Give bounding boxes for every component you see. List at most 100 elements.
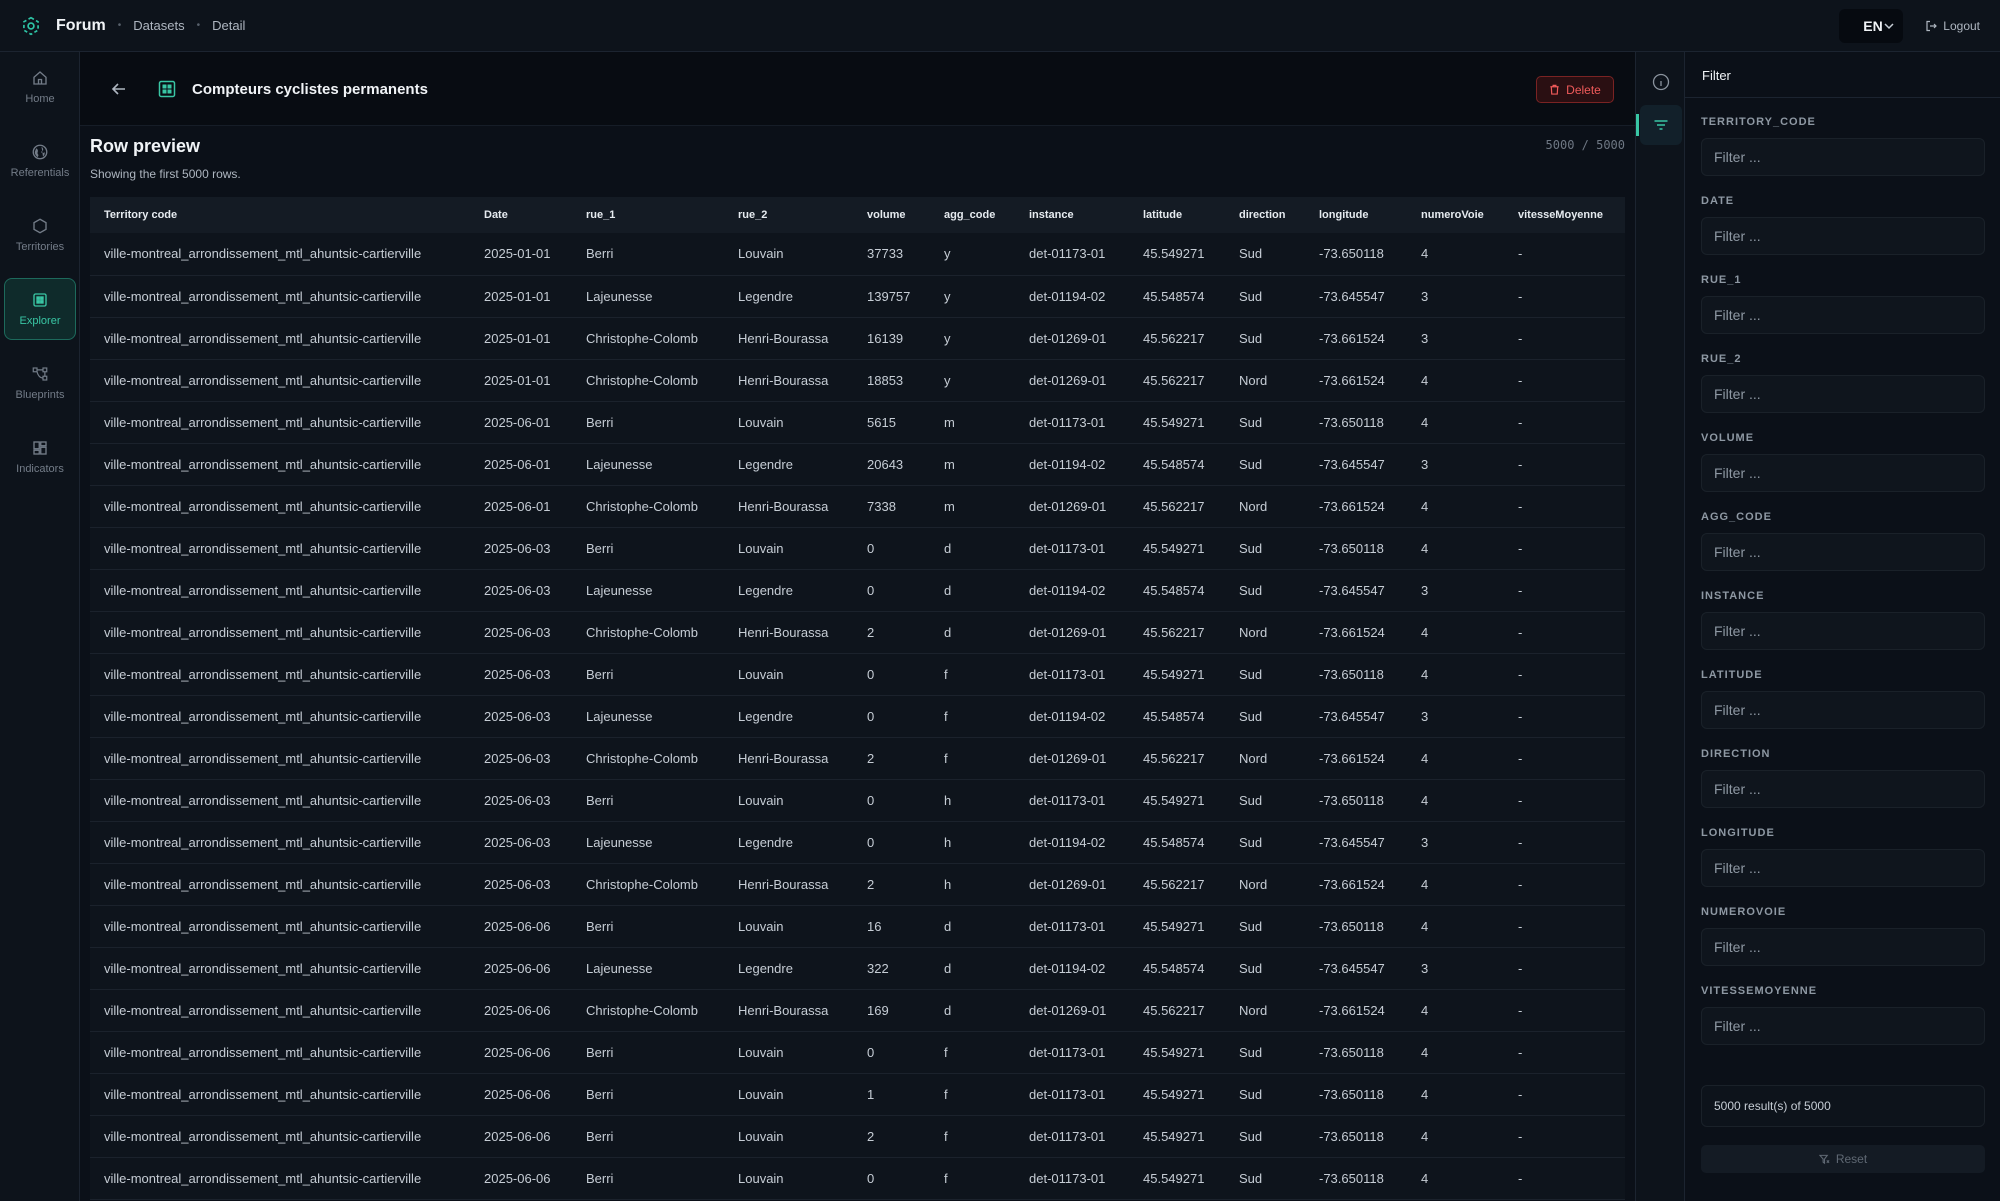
table-cell: ville-montreal_arrondissement_mtl_ahunts… <box>104 414 422 430</box>
preview-title: Row preview <box>90 136 201 156</box>
nav-item-territories[interactable]: Territories <box>4 204 76 266</box>
table-row[interactable]: ville-montreal_arrondissement_mtl_ahunts… <box>90 317 1625 359</box>
table-cell: det-01173-01 <box>1029 918 1106 934</box>
table-cell: Louvain <box>738 792 784 808</box>
table-row[interactable]: ville-montreal_arrondissement_mtl_ahunts… <box>90 905 1625 947</box>
table-row[interactable]: ville-montreal_arrondissement_mtl_ahunts… <box>90 779 1625 821</box>
table-row[interactable]: ville-montreal_arrondissement_mtl_ahunts… <box>90 359 1625 401</box>
nav-item-home[interactable]: Home <box>4 56 76 118</box>
table-row[interactable]: ville-montreal_arrondissement_mtl_ahunts… <box>90 611 1625 653</box>
column-header[interactable]: direction <box>1225 197 1305 233</box>
table-row[interactable]: ville-montreal_arrondissement_mtl_ahunts… <box>90 1115 1625 1157</box>
reset-button[interactable]: Reset <box>1701 1145 1985 1173</box>
column-header[interactable]: longitude <box>1305 197 1407 233</box>
table-cell: d <box>944 918 952 934</box>
filter-input[interactable] <box>1701 454 1985 492</box>
table-cell: ville-montreal_arrondissement_mtl_ahunts… <box>104 624 422 640</box>
table-row[interactable]: ville-montreal_arrondissement_mtl_ahunts… <box>90 527 1625 569</box>
table-cell: - <box>1518 456 1523 472</box>
table-cell: det-01194-02 <box>1029 834 1106 850</box>
table-row[interactable]: ville-montreal_arrondissement_mtl_ahunts… <box>90 233 1625 275</box>
filter-input[interactable] <box>1701 1007 1985 1045</box>
breadcrumb-separator: • <box>117 20 122 31</box>
table-cell: Berri <box>586 540 614 556</box>
filter-input[interactable] <box>1701 612 1985 650</box>
table-row[interactable]: ville-montreal_arrondissement_mtl_ahunts… <box>90 401 1625 443</box>
table-row[interactable]: ville-montreal_arrondissement_mtl_ahunts… <box>90 1031 1625 1073</box>
column-header[interactable]: Territory code <box>90 197 470 233</box>
table-cell: ville-montreal_arrondissement_mtl_ahunts… <box>104 456 422 472</box>
nav-item-blueprints[interactable]: Blueprints <box>4 352 76 414</box>
column-header[interactable]: agg_code <box>930 197 1015 233</box>
filter-label: RUE_1 <box>1701 274 1742 286</box>
table-row[interactable]: ville-montreal_arrondissement_mtl_ahunts… <box>90 569 1625 611</box>
filter-group: INSTANCE <box>1701 590 1985 650</box>
table-cell: 45.549271 <box>1143 666 1205 682</box>
table-row[interactable]: ville-montreal_arrondissement_mtl_ahunts… <box>90 1073 1625 1115</box>
column-header[interactable]: rue_2 <box>724 197 853 233</box>
filter-button[interactable] <box>1640 105 1682 145</box>
table-row[interactable]: ville-montreal_arrondissement_mtl_ahunts… <box>90 737 1625 779</box>
filter-group: RUE_1 <box>1701 274 1985 334</box>
column-header[interactable]: latitude <box>1129 197 1225 233</box>
filter-input[interactable] <box>1701 691 1985 729</box>
table-row[interactable]: ville-montreal_arrondissement_mtl_ahunts… <box>90 695 1625 737</box>
table-cell: Henri-Bourassa <box>738 624 829 640</box>
table-row[interactable]: ville-montreal_arrondissement_mtl_ahunts… <box>90 863 1625 905</box>
table-row[interactable]: ville-montreal_arrondissement_mtl_ahunts… <box>90 989 1625 1031</box>
table-cell: Berri <box>586 792 614 808</box>
language-select[interactable]: EN <box>1839 8 1904 43</box>
table-row[interactable]: ville-montreal_arrondissement_mtl_ahunts… <box>90 653 1625 695</box>
column-header[interactable]: Date <box>470 197 572 233</box>
table-cell: Louvain <box>738 540 784 556</box>
filter-input[interactable] <box>1701 217 1985 255</box>
filter-input[interactable] <box>1701 296 1985 334</box>
table-cell: 169 <box>867 1002 889 1018</box>
filter-input[interactable] <box>1701 375 1985 413</box>
filter-input[interactable] <box>1701 770 1985 808</box>
table-cell: 0 <box>867 792 875 808</box>
table-cell: f <box>944 1128 948 1144</box>
table-row[interactable]: ville-montreal_arrondissement_mtl_ahunts… <box>90 275 1625 317</box>
table-cell: -73.661524 <box>1319 624 1385 640</box>
table-cell: Berri <box>586 246 614 262</box>
table-cell: 322 <box>867 960 889 976</box>
column-header[interactable]: numeroVoie <box>1407 197 1504 233</box>
table-cell: ville-montreal_arrondissement_mtl_ahunts… <box>104 918 422 934</box>
table-cell: - <box>1518 834 1523 850</box>
table-cell: d <box>944 960 952 976</box>
nav-item-indicators[interactable]: Indicators <box>4 426 76 488</box>
column-header[interactable]: volume <box>853 197 930 233</box>
breadcrumb-datasets[interactable]: Datasets <box>133 18 184 33</box>
nav-item-label: Explorer <box>19 315 61 327</box>
column-header[interactable]: vitesseMoyenne <box>1504 197 1625 233</box>
table-row[interactable]: ville-montreal_arrondissement_mtl_ahunts… <box>90 485 1625 527</box>
column-header[interactable]: rue_1 <box>572 197 724 233</box>
delete-button[interactable]: Delete <box>1536 76 1614 103</box>
filter-input[interactable] <box>1701 928 1985 966</box>
data-table-container[interactable]: Territory code Date rue_1 rue_2 volume agg_co… <box>90 197 1625 1201</box>
nav-item-explorer[interactable]: Explorer <box>4 278 76 340</box>
table-cell: f <box>944 1044 948 1060</box>
table-row[interactable]: ville-montreal_arrondissement_mtl_ahunts… <box>90 1157 1625 1199</box>
filter-input[interactable] <box>1701 849 1985 887</box>
brand[interactable]: Forum <box>21 16 106 36</box>
table-row[interactable]: ville-montreal_arrondissement_mtl_ahunts… <box>90 821 1625 863</box>
table-cell: 2025-06-01 <box>484 498 551 514</box>
table-cell: 4 <box>1421 1086 1429 1102</box>
column-header[interactable]: instance <box>1015 197 1129 233</box>
table-cell: - <box>1518 792 1523 808</box>
table-cell: Nord <box>1239 876 1268 892</box>
table-row[interactable]: ville-montreal_arrondissement_mtl_ahunts… <box>90 947 1625 989</box>
table-row[interactable]: ville-montreal_arrondissement_mtl_ahunts… <box>90 443 1625 485</box>
info-button[interactable] <box>1640 62 1682 102</box>
table-cell: 45.549271 <box>1143 246 1205 262</box>
filter-input[interactable] <box>1701 533 1985 571</box>
back-arrow-icon[interactable] <box>110 80 128 98</box>
nav-item-referentials[interactable]: Referentials <box>4 130 76 192</box>
table-cell: Berri <box>586 1170 614 1186</box>
table-cell: ville-montreal_arrondissement_mtl_ahunts… <box>104 288 422 304</box>
table-cell: Sud <box>1239 1086 1263 1102</box>
filter-input[interactable] <box>1701 138 1985 176</box>
logout-button[interactable]: Logout <box>1925 19 1980 33</box>
